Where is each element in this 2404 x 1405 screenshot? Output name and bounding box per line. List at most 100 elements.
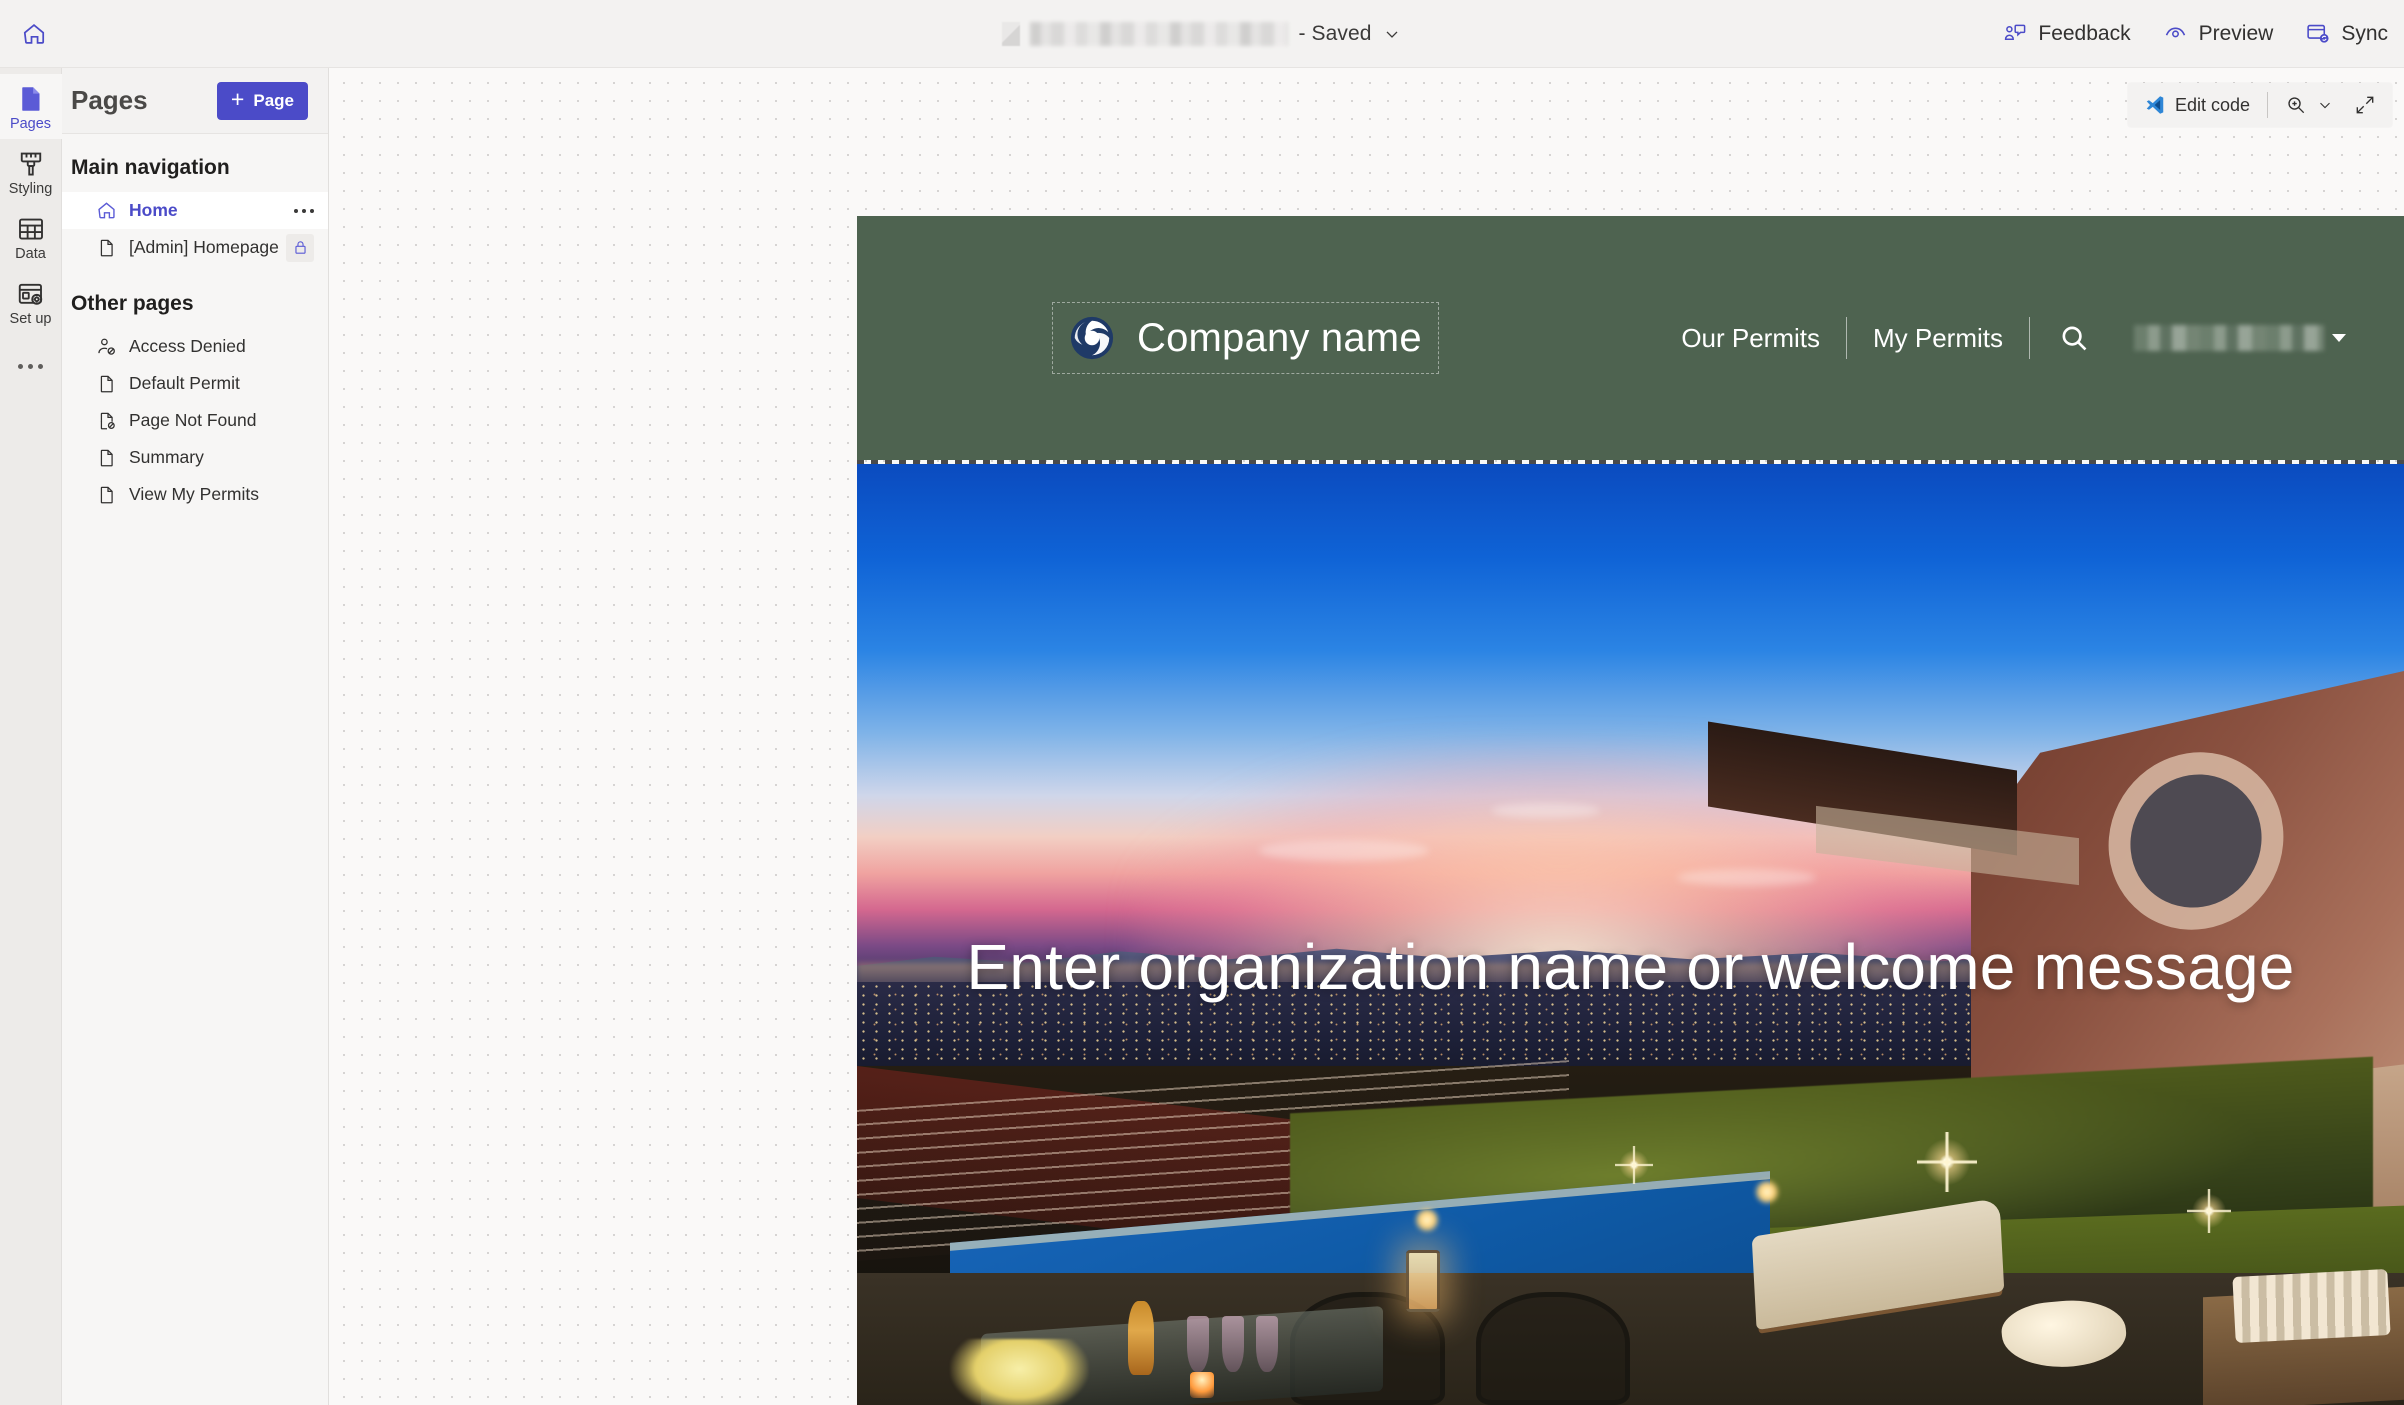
light-starburst	[1615, 1146, 1654, 1185]
page-document-icon	[95, 448, 118, 468]
sidebar-item-summary-label: Summary	[129, 447, 204, 467]
page-document-icon	[95, 238, 118, 258]
site-search-button[interactable]	[2030, 322, 2118, 354]
eye-preview-icon	[2165, 27, 2185, 38]
plus-icon: +	[230, 86, 245, 112]
canvas-toolbar: Edit code	[2127, 83, 2392, 127]
sidebar-item-page-not-found[interactable]: Page Not Found	[62, 402, 328, 439]
paintbrush-icon	[20, 152, 41, 176]
feedback-button[interactable]: Feedback	[1987, 0, 2146, 67]
fullscreen-button[interactable]	[2344, 88, 2386, 122]
rail-item-styling[interactable]: Styling	[0, 139, 62, 204]
sidebar-item-default-permit-label: Default Permit	[129, 373, 240, 393]
rail-item-data[interactable]: Data	[0, 204, 62, 269]
page-document-icon	[21, 87, 39, 111]
home-icon	[23, 23, 45, 44]
cloud-shape	[1676, 868, 1817, 886]
document-icon-redacted	[1002, 21, 1021, 46]
hero-heading[interactable]: Enter organization name or welcome messa…	[857, 930, 2404, 1004]
app-root: - Saved Feedback Preview Sync Pages Styl…	[0, 0, 2404, 1405]
table-grid-icon	[18, 218, 43, 240]
rail-overflow-more-horizontal-icon[interactable]	[0, 344, 62, 390]
rail-item-pages[interactable]: Pages	[0, 74, 62, 139]
site-nav-link-our-permits[interactable]: Our Permits	[1655, 323, 1846, 354]
group-title-other-pages: Other pages	[71, 292, 194, 315]
design-canvas: Edit code Company name Our Permits My Pe…	[329, 68, 2404, 1405]
sidebar-item-access-denied-label: Access Denied	[129, 336, 246, 356]
rail-item-pages-label: Pages	[9, 116, 52, 132]
sidebar-item-home-label: Home	[129, 200, 178, 220]
cloud-shape	[1491, 802, 1600, 818]
pages-panel-header: Pages + Page	[62, 68, 328, 134]
circular-swirl-logo-icon	[1070, 316, 1114, 360]
cloud-shape	[1259, 840, 1430, 862]
add-page-label: Page	[253, 90, 294, 110]
app-home-button[interactable]	[0, 0, 68, 68]
site-hero-section[interactable]: Enter organization name or welcome messa…	[857, 464, 2404, 1405]
zoom-in-icon	[2288, 97, 2305, 114]
home-more-horizontal-icon[interactable]	[288, 208, 320, 213]
pages-panel-title: Pages	[71, 85, 148, 115]
person-blocked-icon	[95, 336, 118, 357]
vscode-icon	[2146, 96, 2164, 114]
light-starburst	[1916, 1132, 1977, 1193]
patio-lantern	[1406, 1249, 1441, 1312]
light-starburst	[2187, 1188, 2232, 1233]
site-user-name-redacted	[2134, 325, 2324, 351]
expand-diagonal-icon	[2356, 96, 2374, 114]
topbar-actions: Feedback Preview Sync	[1987, 0, 2404, 67]
sidebar-item-summary[interactable]: Summary	[62, 439, 328, 476]
toolbar-divider	[2267, 92, 2268, 118]
app-body: Pages Styling Data Set up Pages + Page M…	[0, 68, 2404, 1405]
left-rail: Pages Styling Data Set up	[0, 68, 62, 1405]
feedback-label: Feedback	[2038, 21, 2131, 45]
page-document-icon	[95, 485, 118, 505]
sidebar-item-page-not-found-label: Page Not Found	[129, 410, 257, 430]
group-title-main-navigation: Main navigation	[71, 156, 230, 179]
save-status-label: - Saved	[1298, 21, 1372, 45]
edit-code-button[interactable]: Edit code	[2134, 88, 2260, 122]
top-app-bar: - Saved Feedback Preview Sync	[0, 0, 2404, 68]
lit-candle	[1189, 1372, 1214, 1399]
feedback-icon	[2005, 24, 2026, 40]
pages-panel-body: Main navigation Home [Admin] Homepage Ot…	[62, 134, 328, 1405]
chevron-down-icon	[2332, 334, 2346, 342]
sidebar-item-default-permit[interactable]: Default Permit	[62, 365, 328, 402]
search-icon	[2062, 326, 2087, 351]
rail-item-setup-label: Set up	[9, 310, 52, 327]
pages-panel: Pages + Page Main navigation Home [Admin…	[62, 68, 329, 1405]
sync-label: Sync	[2341, 21, 2388, 45]
site-preview: Company name Our Permits My Permits Ente…	[857, 216, 2404, 1405]
rail-item-setup[interactable]: Set up	[0, 269, 62, 334]
preview-button[interactable]: Preview	[2147, 0, 2290, 67]
sync-button[interactable]: Sync	[2289, 0, 2404, 67]
sidebar-item-home[interactable]: Home	[62, 192, 328, 229]
preview-label: Preview	[2198, 21, 2274, 45]
wine-glass	[1186, 1315, 1209, 1372]
document-title-redacted	[1030, 21, 1289, 46]
site-navigation: Our Permits My Permits	[1655, 317, 2346, 359]
add-page-button[interactable]: + Page	[216, 81, 308, 120]
site-brand-name: Company name	[1137, 315, 1422, 360]
sidebar-item-admin-homepage-label: [Admin] Homepage	[129, 237, 279, 257]
page-document-icon	[95, 374, 118, 394]
title-chevron-down-icon[interactable]	[1382, 24, 1402, 44]
page-blocked-icon	[95, 411, 118, 431]
sidebar-item-admin-homepage[interactable]: [Admin] Homepage	[62, 229, 328, 266]
site-header: Company name Our Permits My Permits	[857, 216, 2404, 460]
sidebar-item-view-my-permits-label: View My Permits	[129, 484, 259, 504]
edit-code-label: Edit code	[2174, 94, 2250, 115]
sidebar-item-access-denied[interactable]: Access Denied	[62, 328, 328, 365]
wine-glass	[1256, 1315, 1279, 1372]
site-nav-link-my-permits[interactable]: My Permits	[1847, 323, 2029, 354]
flower-bouquet	[949, 1339, 1090, 1405]
rail-item-styling-label: Styling	[8, 180, 53, 197]
setup-gear-icon	[18, 283, 42, 305]
home-icon	[95, 200, 118, 221]
sidebar-item-view-my-permits[interactable]: View My Permits	[62, 476, 328, 513]
lock-icon[interactable]	[286, 233, 314, 262]
site-brand-block[interactable]: Company name	[1052, 302, 1439, 374]
patio-chair	[1475, 1292, 1631, 1405]
site-user-menu[interactable]	[2118, 325, 2346, 351]
zoom-control[interactable]	[2275, 88, 2344, 122]
